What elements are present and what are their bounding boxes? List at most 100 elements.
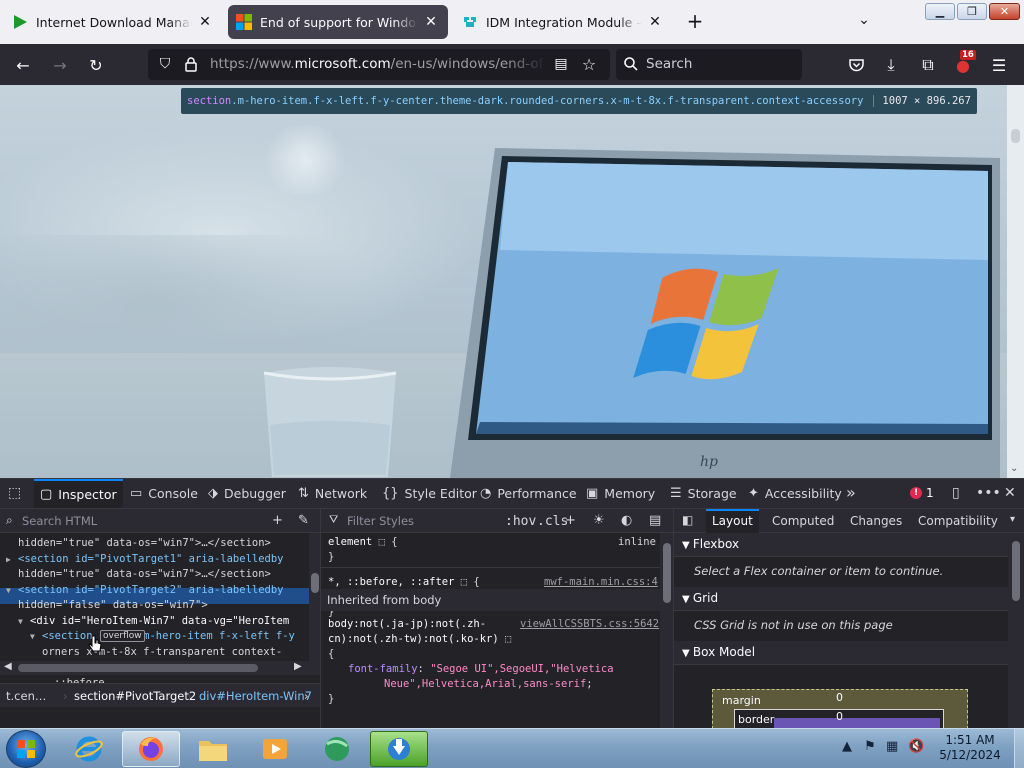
url-bar[interactable]: ⛉ https://www.microsoft.com/en-us/window… xyxy=(148,49,610,80)
markup-line[interactable]: ▼ <div id="HeroItem-Win7" data-vg="HeroIt… xyxy=(18,614,289,629)
rules-vscrollbar-thumb[interactable] xyxy=(663,543,671,603)
taskbar-media-player[interactable] xyxy=(246,731,304,767)
action-center-flag-icon[interactable]: ⚑ xyxy=(864,739,876,754)
reader-view-icon[interactable]: ▤ xyxy=(548,51,574,77)
url-text[interactable]: https://www.microsoft.com/en-us/windows/… xyxy=(210,56,546,72)
markup-hscrollbar-thumb[interactable] xyxy=(18,664,258,672)
search-html-input[interactable]: Search HTML xyxy=(22,514,97,528)
overflow-badge[interactable]: overflow xyxy=(100,630,145,642)
shield-icon[interactable]: ⛉ xyxy=(152,51,178,77)
chevron-down-icon[interactable]: ⌄ xyxy=(854,12,874,32)
breadcrumb-next-icon[interactable]: › xyxy=(304,689,309,703)
back-arrow-icon[interactable]: ← xyxy=(10,52,36,78)
tab-idm-module[interactable]: IDM Integration Module – Get this ✕ xyxy=(454,5,672,39)
eyedropper-icon[interactable]: ✎ xyxy=(298,513,309,528)
downloads-icon[interactable]: ⤓ xyxy=(878,52,904,78)
rules-vscrollbar[interactable] xyxy=(660,533,673,729)
tab-style-editor[interactable]: {} Style Editor xyxy=(376,479,483,508)
classes-toggle[interactable]: .cls xyxy=(537,514,568,529)
system-clock[interactable]: 1:51 AM 5/12/2024 xyxy=(930,733,1010,763)
close-window-button[interactable]: ✕ xyxy=(989,3,1020,20)
expand-arrow-icon[interactable]: ▼ xyxy=(18,614,30,629)
rule-source-link[interactable]: viewAllCSSBTS.css:5642 xyxy=(520,617,659,632)
close-icon[interactable]: ✕ xyxy=(646,13,664,31)
lock-icon[interactable] xyxy=(178,51,204,77)
markup-line[interactable]: ▼ <section class="m-hero-item f-x-left f-… xyxy=(30,629,295,644)
css-value[interactable]: Neue",Helvetica,Arial,sans-serif xyxy=(384,678,586,690)
expand-arrow-icon[interactable]: ▶ xyxy=(6,552,18,567)
close-icon[interactable]: ✕ xyxy=(422,13,440,31)
filter-styles-input[interactable]: Filter Styles xyxy=(347,514,414,528)
dark-theme-icon[interactable]: ◐ xyxy=(621,513,632,528)
volume-muted-icon[interactable]: 🔇 xyxy=(908,739,924,754)
rule-declaration[interactable]: font-family: "Segoe UI",SegoeUI,"Helveti… xyxy=(348,662,614,677)
expand-arrow-icon[interactable]: ▼ xyxy=(6,583,18,598)
tab-compatibility[interactable]: Compatibility xyxy=(912,509,1004,533)
bookmark-star-icon[interactable]: ☆ xyxy=(576,51,602,77)
start-button[interactable] xyxy=(6,730,46,768)
show-desktop-button[interactable] xyxy=(1014,729,1024,768)
taskbar-idm[interactable] xyxy=(308,731,366,767)
expand-arrow-icon[interactable]: ▼ xyxy=(30,629,42,644)
add-node-icon[interactable]: + xyxy=(272,513,283,528)
markup-line[interactable]: hidden="true" data-os="win7">…</section> xyxy=(6,536,271,551)
markup-vscrollbar[interactable] xyxy=(309,533,320,675)
scroll-right-arrow-icon[interactable]: ▶ xyxy=(294,661,302,672)
rule-selector[interactable]: element xyxy=(328,536,372,548)
markup-vscrollbar-thumb[interactable] xyxy=(311,573,319,593)
margin-value[interactable]: 0 xyxy=(836,691,843,704)
hover-states-toggle[interactable]: :hov xyxy=(505,514,536,529)
tab-changes[interactable]: Changes xyxy=(844,509,908,533)
extensions-icon[interactable]: ⧉ xyxy=(915,52,941,78)
error-count[interactable]: ! 1 xyxy=(910,486,934,500)
markup-hscrollbar[interactable]: ◀ ▶ xyxy=(0,661,309,675)
more-options-icon[interactable]: ••• xyxy=(976,485,1001,501)
more-tabs-chevron-icon[interactable]: » xyxy=(846,483,856,502)
close-icon[interactable]: ✕ xyxy=(196,13,214,31)
border-value[interactable]: 0 xyxy=(836,710,843,723)
new-tab-icon[interactable]: + xyxy=(684,10,706,32)
tab-performance[interactable]: ◔ Performance xyxy=(474,479,583,508)
reload-icon[interactable]: ↻ xyxy=(83,52,109,78)
page-scrollbar-thumb[interactable] xyxy=(1011,129,1020,143)
rule-source-link[interactable]: mwf-main.min.css:4 xyxy=(544,575,658,590)
breadcrumb-item[interactable]: div#HeroItem-Win7 xyxy=(199,689,312,703)
grid-section-header[interactable]: ▼ Grid xyxy=(674,587,1008,611)
css-property[interactable]: font-family xyxy=(348,663,418,675)
chevron-down-icon[interactable]: ▾ xyxy=(1010,514,1015,525)
pocket-icon[interactable] xyxy=(843,52,869,78)
breadcrumb-item[interactable]: section#PivotTarget2 xyxy=(74,689,196,703)
tab-storage[interactable]: ☰ Storage xyxy=(664,479,743,508)
css-value[interactable]: "Segoe UI",SegoeUI,"Helvetica xyxy=(430,663,613,675)
page-scrollbar[interactable]: ⌄ xyxy=(1007,85,1024,478)
menu-hamburger-icon[interactable]: ☰ xyxy=(986,52,1012,78)
tab-inspector[interactable]: ▢ Inspector xyxy=(34,479,123,508)
tab-accessibility[interactable]: ✦ Accessibility xyxy=(742,479,848,508)
tab-console[interactable]: ▭ Console xyxy=(124,479,204,508)
tab-network[interactable]: ⇅ Network xyxy=(292,479,373,508)
add-rule-icon[interactable]: + xyxy=(565,513,576,528)
breadcrumb-item[interactable]: t.cen… xyxy=(6,689,46,703)
dock-side-icon[interactable]: ▯ xyxy=(952,485,960,501)
layout-vscrollbar-thumb[interactable] xyxy=(1012,541,1020,601)
tab-layout[interactable]: Layout xyxy=(706,509,759,533)
markup-line[interactable]: hidden="true" data-os="win7">…</section> xyxy=(6,567,271,582)
markup-line[interactable]: hidden="false" data-os="win7"> xyxy=(6,598,208,613)
flexbox-section-header[interactable]: ▼ Flexbox xyxy=(674,533,1008,557)
close-devtools-icon[interactable]: ✕ xyxy=(1004,485,1016,501)
rule-selector[interactable]: body:not(.ja-jp):not(.zh- xyxy=(328,617,486,632)
layout-vscrollbar[interactable] xyxy=(1008,533,1024,729)
toggle-sidebar-icon[interactable]: ◧ xyxy=(682,513,693,527)
scroll-left-arrow-icon[interactable]: ◀ xyxy=(4,661,12,672)
maximize-button[interactable]: ❐ xyxy=(957,3,987,20)
taskbar-firefox[interactable] xyxy=(122,731,180,767)
search-input[interactable]: Search xyxy=(616,49,802,80)
network-icon[interactable]: ▦ xyxy=(886,739,898,754)
taskbar-idm-active[interactable] xyxy=(370,731,428,767)
rule-selector[interactable]: cn):not(.zh-tw):not(.ko-kr) xyxy=(328,633,499,645)
element-picker-icon[interactable]: ⬚ xyxy=(8,485,21,501)
taskbar-internet-explorer[interactable] xyxy=(60,731,118,767)
markup-line[interactable]: ▼ <section id="PivotTarget2" aria-labelle… xyxy=(6,583,284,598)
tab-idm[interactable]: Internet Download Manager is a ✕ xyxy=(4,5,222,39)
markup-line[interactable]: ▶ <section id="PivotTarget1" aria-labelle… xyxy=(6,552,284,567)
